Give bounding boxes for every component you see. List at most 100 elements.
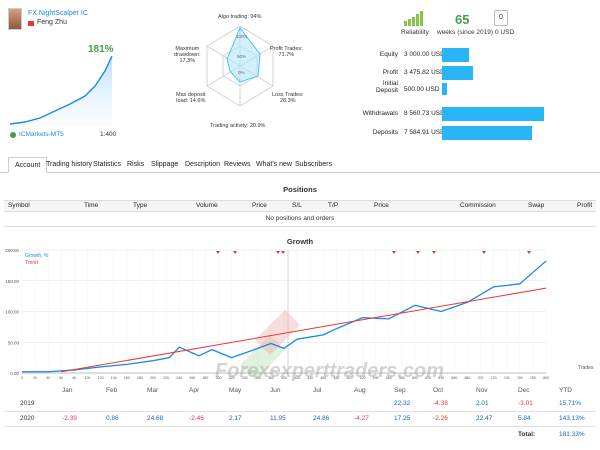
legend-growth: Growth, % [25, 253, 49, 259]
month-label: Mar [147, 387, 159, 394]
growth-percent: 181% [88, 44, 114, 55]
year-month-value: 22.47 [476, 415, 493, 422]
mini-growth-chart [10, 56, 113, 126]
month-label: Apr [189, 387, 200, 394]
broker-icon [10, 132, 16, 138]
withdrawal-marker [527, 251, 531, 254]
radar-max-deposit-load: Max deposit load: 14.6% [176, 92, 206, 104]
tab-subscribers[interactable]: Subscribers [289, 157, 338, 173]
stat-value: 500.00 USD [404, 86, 440, 93]
month-label: Jun [270, 387, 281, 394]
col-tp: T/P [328, 202, 339, 209]
col-price: Price [252, 202, 267, 209]
col-swap: Swap [528, 202, 545, 209]
x-tick-label: 260 [189, 376, 195, 380]
stat-value: 8 560.73 USD [404, 110, 445, 117]
radar-scale-100: 100% [236, 34, 248, 39]
year-month-value: -2.46 [189, 415, 204, 422]
stat-label: Equity [379, 51, 398, 58]
x-tick-label: 180 [137, 376, 143, 380]
x-tick-label: 240 [176, 376, 182, 380]
y-tick-label: 200.00 [5, 248, 19, 253]
watermark: Forexexperttraders.com [215, 360, 444, 382]
total-label: Total: [518, 431, 536, 438]
reliability-label: Reliability [401, 29, 429, 36]
x-tick-label: 220 [163, 376, 169, 380]
year-month-value: -4.38 [433, 400, 448, 407]
x-tick-label: 800 [543, 376, 549, 380]
withdrawal-marker [416, 251, 420, 254]
weeks-label: weeks (since 2019) [437, 29, 493, 36]
col-commission: Commission [460, 202, 496, 209]
col-time: Time [84, 202, 99, 209]
stat-label: Profit [382, 69, 398, 76]
row-divider [4, 426, 596, 427]
radar-max-drawdown: Maximum drawdown: 17.3% [174, 46, 201, 64]
col-type: Type [133, 202, 148, 209]
stat-label: Withdrawals [362, 110, 398, 117]
stat-label: Deposits [372, 129, 398, 136]
radar-scale-50: 50% [237, 54, 247, 59]
month-label: Nov [476, 387, 488, 394]
x-tick-label: 100 [85, 376, 91, 380]
stat-bar [442, 107, 544, 121]
row-divider [4, 411, 596, 412]
withdrawal-marker [233, 251, 237, 254]
withdrawal-marker [482, 251, 486, 254]
x-tick-label: 780 [530, 376, 536, 380]
month-label: Jan [62, 387, 73, 394]
x-tick-label: 60 [59, 376, 63, 380]
year-month-value: 2.01 [476, 400, 489, 407]
author-flag-icon [28, 21, 34, 26]
radar-scale-0: 0% [238, 70, 245, 75]
year-month-value: 5.84 [518, 415, 531, 422]
withdrawal-marker [432, 251, 436, 254]
y-tick-label: 0.00 [10, 371, 19, 376]
stat-bar [442, 48, 469, 62]
year-month-value: 17.25 [394, 415, 411, 422]
month-label: YTD [559, 387, 572, 394]
col-volume: Volume [196, 202, 218, 209]
author-name[interactable]: Feng Zhu [37, 19, 67, 26]
positions-empty: No positions and orders [265, 215, 335, 222]
x-tick-label: 0 [21, 376, 23, 380]
x-tick-label: 120 [98, 376, 104, 380]
year-month-value: -2.26 [433, 415, 448, 422]
positions-title: Positions [283, 185, 317, 194]
profile-card: FX NightScalper IC Feng Zhu 181% ICMarke… [8, 8, 116, 138]
year-label: 2019 [20, 400, 35, 407]
year-month-value: 0.86 [106, 415, 119, 422]
month-label: May [229, 387, 242, 394]
month-label: Oct [433, 387, 444, 394]
col-symbol: Symbol [8, 202, 30, 209]
year-label: 2020 [20, 415, 35, 422]
stat-value: 3 000.00 USD [404, 51, 445, 58]
year-month-value: 24.86 [313, 415, 330, 422]
radar-trading-activity: Trading activity: 20.9% [210, 123, 266, 129]
radar-panel: Algo trading: 94% Profit Trades: 71.7% L… [170, 10, 310, 135]
month-label: Feb [106, 387, 118, 394]
avatar[interactable] [8, 8, 22, 30]
radar-loss-trades: Loss Trades: 28.3% [272, 92, 304, 104]
x-tick-label: 140 [111, 376, 117, 380]
signal-name-link[interactable]: FX NightScalper IC [28, 10, 88, 17]
month-label: Dec [518, 387, 530, 394]
col-profit: Profit [577, 202, 593, 209]
year-month-value: -4.27 [354, 415, 369, 422]
legend-trend: Trend [25, 260, 38, 266]
col-price-current: Price [374, 202, 389, 209]
year-month-value: 24.68 [147, 415, 164, 422]
y-tick-label: 100.00 [5, 310, 19, 315]
stat-value: 7 584.91 USD [404, 129, 445, 136]
x-tick-label: 740 [504, 376, 510, 380]
x-tick-label: 80 [72, 376, 76, 380]
radar-profit-trades: Profit Trades: 71.7% [270, 46, 303, 58]
broker-link[interactable]: ICMarkets-MT5 [19, 131, 64, 138]
stat-bar [442, 83, 447, 95]
reliability-icon [404, 10, 426, 26]
x-tick-label: 280 [202, 376, 208, 380]
positions-divider [4, 226, 596, 227]
year-month-value: 22.32 [394, 400, 411, 407]
x-tick-label: 20 [33, 376, 37, 380]
stat-label: Initial Deposit [375, 80, 398, 94]
